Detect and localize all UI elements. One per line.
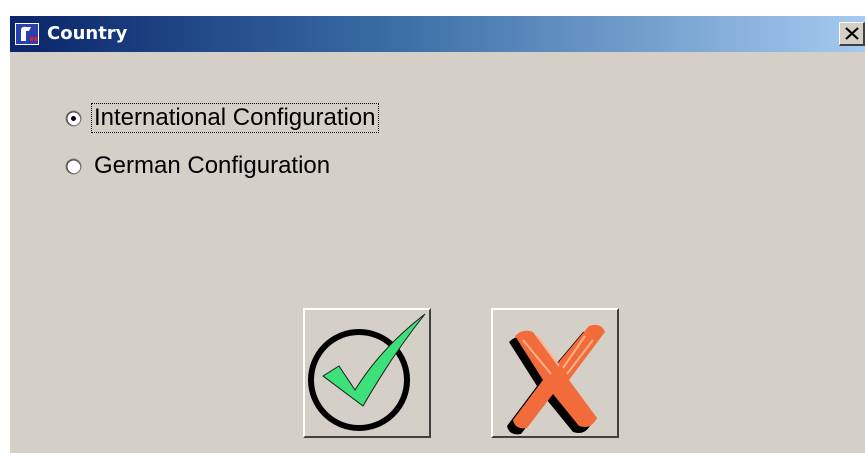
country-dialog: Country International Configuration Germ… [10, 16, 865, 453]
red-x-icon [507, 324, 605, 435]
option-international-label[interactable]: International Configuration [91, 103, 379, 133]
option-german[interactable]: German Configuration [65, 150, 332, 182]
option-german-label[interactable]: German Configuration [92, 152, 332, 180]
cancel-button[interactable] [491, 308, 619, 438]
option-international[interactable]: International Configuration [65, 102, 379, 134]
ok-button[interactable] [303, 308, 431, 438]
title-bar[interactable]: Country [10, 16, 865, 52]
close-button[interactable] [839, 22, 865, 46]
app-icon [15, 23, 39, 45]
radio-button-international[interactable] [65, 110, 82, 127]
close-icon [845, 27, 859, 40]
green-checkmark-circle-icon [308, 313, 426, 431]
radio-button-german[interactable] [65, 158, 82, 175]
window-title: Country [47, 23, 128, 44]
